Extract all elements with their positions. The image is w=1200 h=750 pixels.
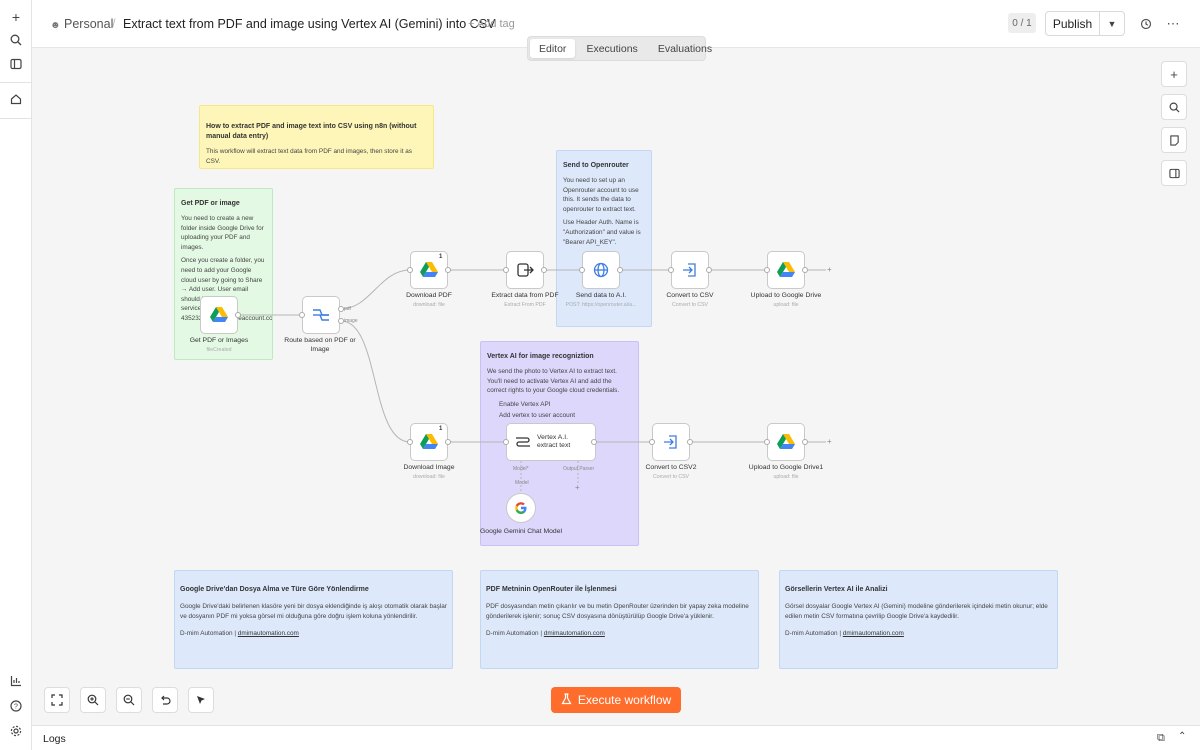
chevron-up-icon[interactable]: ⌃ — [1178, 731, 1186, 742]
node-subtitle: download: file — [413, 474, 445, 480]
google-drive-icon — [777, 434, 795, 449]
output-label-pdf: pdf — [344, 306, 351, 312]
connection-label-model: Model — [515, 480, 529, 486]
extract-file-icon — [517, 263, 534, 277]
output-port[interactable] — [338, 306, 344, 312]
output-port[interactable] — [802, 267, 808, 273]
node-extract-from-pdf[interactable] — [506, 251, 544, 289]
convert-file-icon — [664, 435, 677, 449]
node-label: Download PDF — [406, 292, 452, 299]
port-label-output-parser: Output Parser — [563, 466, 595, 472]
node-subtitle: Convert to CSV — [652, 474, 690, 480]
switch-icon — [313, 309, 329, 321]
google-drive-icon — [210, 307, 228, 322]
node-label: Download Image — [403, 464, 455, 471]
output-port[interactable] — [706, 267, 712, 273]
output-port[interactable] — [617, 267, 623, 273]
add-next-node-button[interactable]: + — [827, 437, 832, 446]
input-port[interactable] — [764, 439, 770, 445]
add-next-node-button[interactable]: + — [827, 265, 832, 274]
node-label: Send data to A.I. — [575, 292, 627, 299]
input-port[interactable] — [668, 267, 674, 273]
node-subtitle: Convert to CSV — [671, 302, 709, 308]
input-port[interactable] — [649, 439, 655, 445]
node-convert-to-csv[interactable] — [671, 251, 709, 289]
node-route-pdf-or-image[interactable] — [302, 296, 340, 334]
output-port[interactable] — [802, 439, 808, 445]
node-label: Convert to CSV — [666, 292, 714, 299]
output-port[interactable] — [687, 439, 693, 445]
node-convert-to-csv2[interactable] — [652, 423, 690, 461]
input-port[interactable] — [407, 439, 413, 445]
input-port[interactable] — [503, 439, 509, 445]
output-port[interactable] — [541, 267, 547, 273]
node-upload-to-google-drive[interactable] — [767, 251, 805, 289]
input-port[interactable] — [503, 267, 509, 273]
node-subtitle: upload: file — [773, 302, 799, 308]
fit-view-button[interactable] — [44, 687, 70, 713]
pop-out-icon[interactable]: ⧉ — [1157, 732, 1165, 745]
node-label: Get PDF or Images — [189, 337, 249, 344]
node-label: Route based on PDF or Image — [284, 337, 356, 353]
input-port[interactable] — [764, 267, 770, 273]
node-get-pdf-or-images[interactable] — [200, 296, 238, 334]
node-subtitle: download: file — [413, 302, 445, 308]
output-port[interactable] — [235, 312, 241, 318]
node-subtitle: fileCreated — [206, 347, 232, 353]
tab-executions[interactable]: Executions — [577, 39, 646, 58]
tab-editor[interactable]: Editor — [530, 39, 576, 58]
node-label: Upload to Google Drive1 — [748, 464, 824, 471]
zoom-in-button[interactable] — [80, 687, 106, 713]
node-vertex-extract-text[interactable]: Vertex A.I. extract text — [506, 423, 596, 461]
workflow-connections — [238, 269, 826, 492]
view-tabs: Editor Executions Evaluations — [527, 36, 712, 61]
run-count-badge: 1 — [439, 254, 443, 260]
node-upload-to-google-drive1[interactable] — [767, 423, 805, 461]
google-drive-icon — [777, 262, 795, 277]
node-send-to-ai[interactable] — [582, 251, 620, 289]
output-port[interactable] — [445, 439, 451, 445]
google-drive-icon — [420, 434, 438, 449]
input-port[interactable] — [407, 267, 413, 273]
undo-button[interactable] — [152, 687, 178, 713]
globe-icon — [593, 262, 609, 278]
output-port[interactable] — [338, 318, 344, 324]
node-label: Vertex A.I. extract text — [537, 434, 571, 449]
zoom-out-button[interactable] — [116, 687, 142, 713]
logs-label: Logs — [43, 733, 66, 745]
output-label-image: image — [344, 318, 358, 324]
execute-workflow-label: Execute workflow — [577, 693, 672, 707]
google-drive-icon — [420, 262, 438, 277]
convert-file-icon — [683, 263, 696, 277]
input-port[interactable] — [579, 267, 585, 273]
input-port[interactable] — [299, 312, 305, 318]
add-output-parser-button[interactable]: + — [575, 483, 580, 492]
port-label-model: Model* — [513, 466, 529, 472]
tab-evaluations[interactable]: Evaluations — [649, 39, 721, 58]
output-port[interactable] — [591, 439, 597, 445]
output-port[interactable] — [445, 267, 451, 273]
tidy-up-button[interactable] — [188, 687, 214, 713]
node-subtitle: upload: file — [773, 474, 799, 480]
node-label: Upload to Google Drive — [750, 292, 822, 299]
node-google-gemini-chat-model[interactable] — [506, 493, 536, 523]
google-icon — [515, 502, 527, 514]
execute-workflow-button[interactable]: Execute workflow — [551, 687, 681, 713]
node-label: Google Gemini Chat Model — [480, 528, 562, 535]
ai-agent-icon — [516, 437, 530, 447]
flask-icon — [561, 692, 572, 708]
node-subtitle: POST: https://openrouter.ai/a... — [565, 302, 637, 308]
run-count-badge: 1 — [439, 426, 443, 432]
logs-panel-bar[interactable]: Logs ⧉ ⌃ — [32, 725, 1200, 750]
node-label: Convert to CSV2 — [645, 464, 697, 471]
